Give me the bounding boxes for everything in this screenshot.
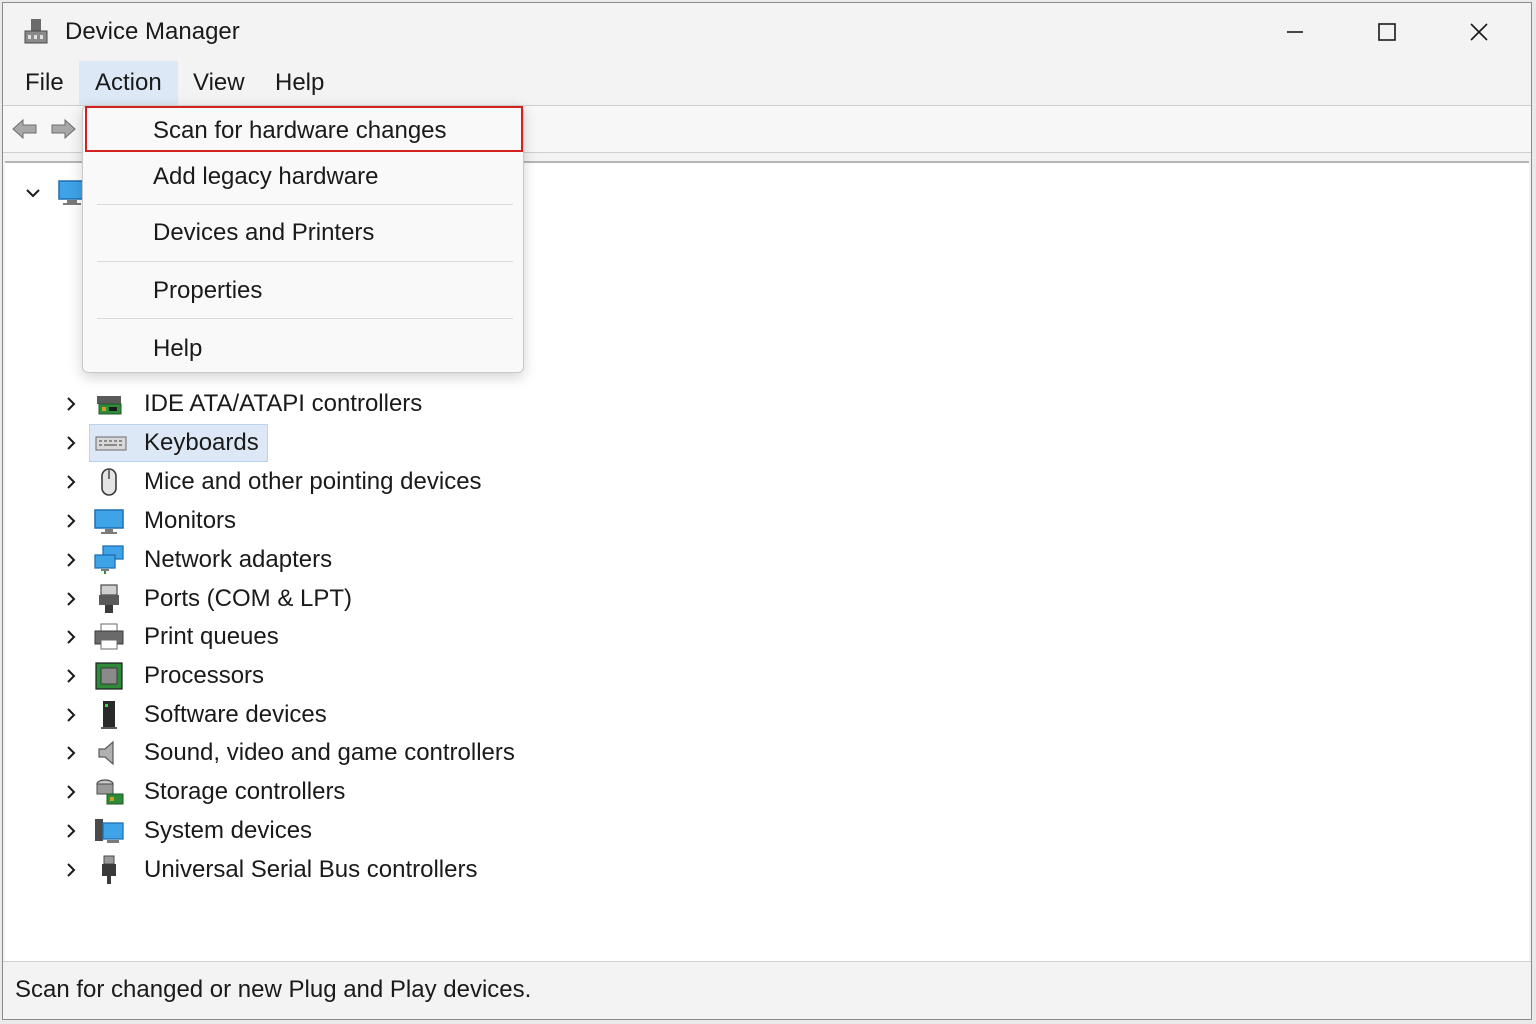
close-icon — [1470, 23, 1488, 41]
tree-category-mice[interactable]: Mice and other pointing devices — [5, 463, 705, 501]
menu-item-help[interactable]: Help — [83, 326, 523, 372]
tree-category-processors[interactable]: Processors — [5, 657, 705, 695]
chevron-right-icon[interactable] — [63, 511, 79, 531]
menu-bar: File Action View Help — [3, 61, 1531, 105]
menu-file[interactable]: File — [9, 61, 80, 105]
menu-help[interactable]: Help — [259, 61, 340, 105]
chevron-right-icon[interactable] — [63, 821, 79, 841]
minimize-button[interactable] — [1249, 3, 1341, 61]
system-device-icon — [95, 819, 124, 843]
monitor-icon — [94, 509, 124, 534]
status-bar: Scan for changed or new Plug and Play de… — [3, 961, 1531, 1019]
chevron-right-icon[interactable] — [63, 705, 79, 725]
menu-view[interactable]: View — [177, 61, 261, 105]
maximize-button[interactable] — [1341, 3, 1433, 61]
category-label: Mice and other pointing devices — [144, 468, 482, 495]
menu-item-add-legacy-hardware[interactable]: Add legacy hardware — [83, 154, 523, 200]
tree-category-keyboards[interactable]: Keyboards — [5, 424, 705, 462]
usb-icon — [102, 855, 116, 884]
software-device-icon — [101, 701, 117, 729]
tree-category-sound-video-game[interactable]: Sound, video and game controllers — [5, 734, 705, 772]
keyboard-icon — [95, 436, 127, 451]
ide-controller-icon — [97, 396, 122, 415]
tree-category-network-adapters[interactable]: Network adapters — [5, 541, 705, 579]
chevron-right-icon[interactable] — [63, 394, 79, 414]
menu-separator — [97, 204, 513, 205]
chevron-right-icon[interactable] — [63, 782, 79, 802]
menu-separator — [97, 261, 513, 262]
tree-category-ide-ata-atapi-controllers[interactable]: IDE ATA/ATAPI controllers — [5, 385, 705, 423]
close-button[interactable] — [1433, 3, 1525, 61]
chevron-right-icon[interactable] — [63, 666, 79, 686]
title-bar[interactable]: Device Manager — [3, 3, 1531, 61]
forward-arrow-icon[interactable] — [49, 115, 77, 143]
category-label: Monitors — [144, 507, 237, 534]
device-manager-app-icon — [24, 19, 48, 44]
menu-item-properties[interactable]: Properties — [83, 268, 523, 314]
status-text: Scan for changed or new Plug and Play de… — [15, 976, 532, 1003]
category-label: Ports (COM & LPT) — [144, 585, 353, 612]
category-label: Universal Serial Bus controllers — [144, 856, 478, 883]
tree-category-print-queues[interactable]: Print queues — [5, 618, 705, 656]
device-manager-window: Device Manager File Action View Help IDE… — [2, 2, 1532, 1020]
chevron-right-icon[interactable] — [63, 860, 79, 880]
maximize-icon — [1378, 23, 1396, 41]
port-icon — [99, 584, 119, 613]
tree-category-software-devices[interactable]: Software devices — [5, 696, 705, 734]
chevron-right-icon[interactable] — [63, 433, 79, 453]
mouse-icon — [101, 468, 117, 496]
category-label: Storage controllers — [144, 778, 346, 805]
chevron-right-icon[interactable] — [63, 550, 79, 570]
tree-category-ports[interactable]: Ports (COM & LPT) — [5, 580, 705, 618]
category-label: Print queues — [144, 623, 279, 650]
chevron-right-icon[interactable] — [63, 472, 79, 492]
chevron-right-icon[interactable] — [63, 627, 79, 647]
tree-category-monitors[interactable]: Monitors — [5, 502, 705, 540]
processor-icon — [95, 662, 123, 690]
category-label: Sound, video and game controllers — [144, 739, 515, 766]
tree-category-usb-controllers[interactable]: Universal Serial Bus controllers — [5, 851, 705, 889]
menu-item-scan-for-hardware-changes[interactable]: Scan for hardware changes — [85, 106, 523, 152]
network-adapter-icon — [94, 545, 124, 574]
back-arrow-icon[interactable] — [11, 115, 39, 143]
category-label: IDE ATA/ATAPI controllers — [144, 390, 423, 417]
menu-item-devices-and-printers[interactable]: Devices and Printers — [83, 210, 523, 256]
category-label: System devices — [144, 817, 313, 844]
tree-category-system-devices[interactable]: System devices — [5, 812, 705, 850]
speaker-icon — [98, 740, 114, 766]
category-label: Software devices — [144, 701, 327, 728]
printer-icon — [94, 623, 124, 650]
minimize-icon — [1287, 31, 1303, 33]
category-label: Processors — [144, 662, 265, 689]
action-dropdown-menu: Scan for hardware changes Add legacy har… — [82, 105, 524, 373]
chevron-down-icon[interactable] — [23, 183, 43, 203]
window-title: Device Manager — [65, 18, 240, 45]
chevron-right-icon[interactable] — [63, 743, 79, 763]
tree-category-storage-controllers[interactable]: Storage controllers — [5, 773, 705, 811]
chevron-right-icon[interactable] — [63, 589, 79, 609]
storage-controller-icon — [96, 779, 124, 805]
menu-separator — [97, 318, 513, 319]
category-label: Network adapters — [144, 546, 333, 573]
menu-action[interactable]: Action — [79, 61, 178, 105]
